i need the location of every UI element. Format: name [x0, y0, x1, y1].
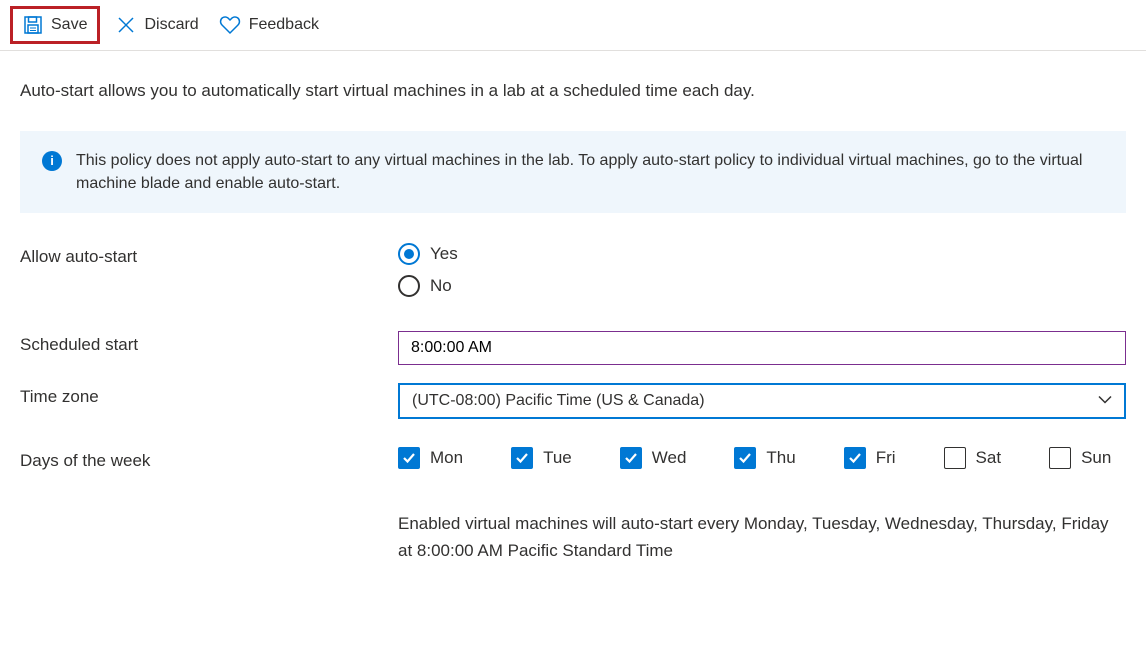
allow-autostart-no[interactable]: No — [398, 275, 1126, 297]
allow-autostart-row: Allow auto-start Yes No — [20, 243, 1126, 297]
days-checkbox-group: Mon Tue Wed Thu Fri Sat Sun — [398, 447, 1126, 469]
day-checkbox-label: Sat — [976, 448, 1002, 468]
save-button-label: Save — [51, 16, 87, 34]
day-checkbox-label: Mon — [430, 448, 463, 468]
timezone-row: Time zone (UTC-08:00) Pacific Time (US &… — [20, 383, 1126, 419]
scheduled-start-input[interactable] — [398, 331, 1126, 365]
day-checkbox-label: Tue — [543, 448, 572, 468]
info-notice-text: This policy does not apply auto-start to… — [76, 149, 1104, 195]
close-icon — [116, 15, 136, 35]
radio-icon — [398, 275, 420, 297]
allow-autostart-label: Allow auto-start — [20, 243, 398, 267]
day-checkbox-label: Wed — [652, 448, 687, 468]
scheduled-start-row: Scheduled start — [20, 331, 1126, 365]
feedback-button[interactable]: Feedback — [219, 14, 319, 36]
day-checkbox-label: Sun — [1081, 448, 1111, 468]
checkbox-icon — [398, 447, 420, 469]
day-checkbox-mon[interactable]: Mon — [398, 447, 463, 469]
checkbox-icon — [1049, 447, 1071, 469]
toolbar: Save Discard Feedback — [0, 0, 1146, 51]
days-of-week-label: Days of the week — [20, 447, 398, 471]
timezone-value: (UTC-08:00) Pacific Time (US & Canada) — [412, 392, 705, 409]
radio-no-label: No — [430, 276, 452, 296]
day-checkbox-wed[interactable]: Wed — [620, 447, 687, 469]
day-checkbox-sun[interactable]: Sun — [1049, 447, 1111, 469]
timezone-label: Time zone — [20, 383, 398, 407]
discard-button-label: Discard — [144, 16, 198, 34]
allow-autostart-radio-group: Yes No — [398, 243, 1126, 297]
save-button[interactable]: Save — [10, 6, 100, 44]
info-icon: i — [42, 151, 62, 171]
heart-icon — [219, 14, 241, 36]
info-notice: i This policy does not apply auto-start … — [20, 131, 1126, 213]
days-of-week-row: Days of the week Mon Tue Wed Thu Fri Sat Sun — [20, 447, 1126, 471]
day-checkbox-label: Fri — [876, 448, 896, 468]
radio-icon — [398, 243, 420, 265]
checkbox-icon — [511, 447, 533, 469]
summary-text: Enabled virtual machines will auto-start… — [398, 511, 1126, 564]
day-checkbox-thu[interactable]: Thu — [734, 447, 795, 469]
day-checkbox-sat[interactable]: Sat — [944, 447, 1002, 469]
content-area: Auto-start allows you to automatically s… — [0, 51, 1146, 584]
day-checkbox-fri[interactable]: Fri — [844, 447, 896, 469]
save-icon — [23, 15, 43, 35]
checkbox-icon — [734, 447, 756, 469]
day-checkbox-tue[interactable]: Tue — [511, 447, 572, 469]
radio-yes-label: Yes — [430, 244, 458, 264]
checkbox-icon — [620, 447, 642, 469]
feedback-button-label: Feedback — [249, 16, 319, 34]
discard-button[interactable]: Discard — [116, 15, 198, 35]
checkbox-icon — [944, 447, 966, 469]
allow-autostart-yes[interactable]: Yes — [398, 243, 1126, 265]
checkbox-icon — [844, 447, 866, 469]
timezone-select[interactable]: (UTC-08:00) Pacific Time (US & Canada) — [398, 383, 1126, 419]
intro-text: Auto-start allows you to automatically s… — [20, 81, 1126, 101]
scheduled-start-label: Scheduled start — [20, 331, 398, 355]
day-checkbox-label: Thu — [766, 448, 795, 468]
